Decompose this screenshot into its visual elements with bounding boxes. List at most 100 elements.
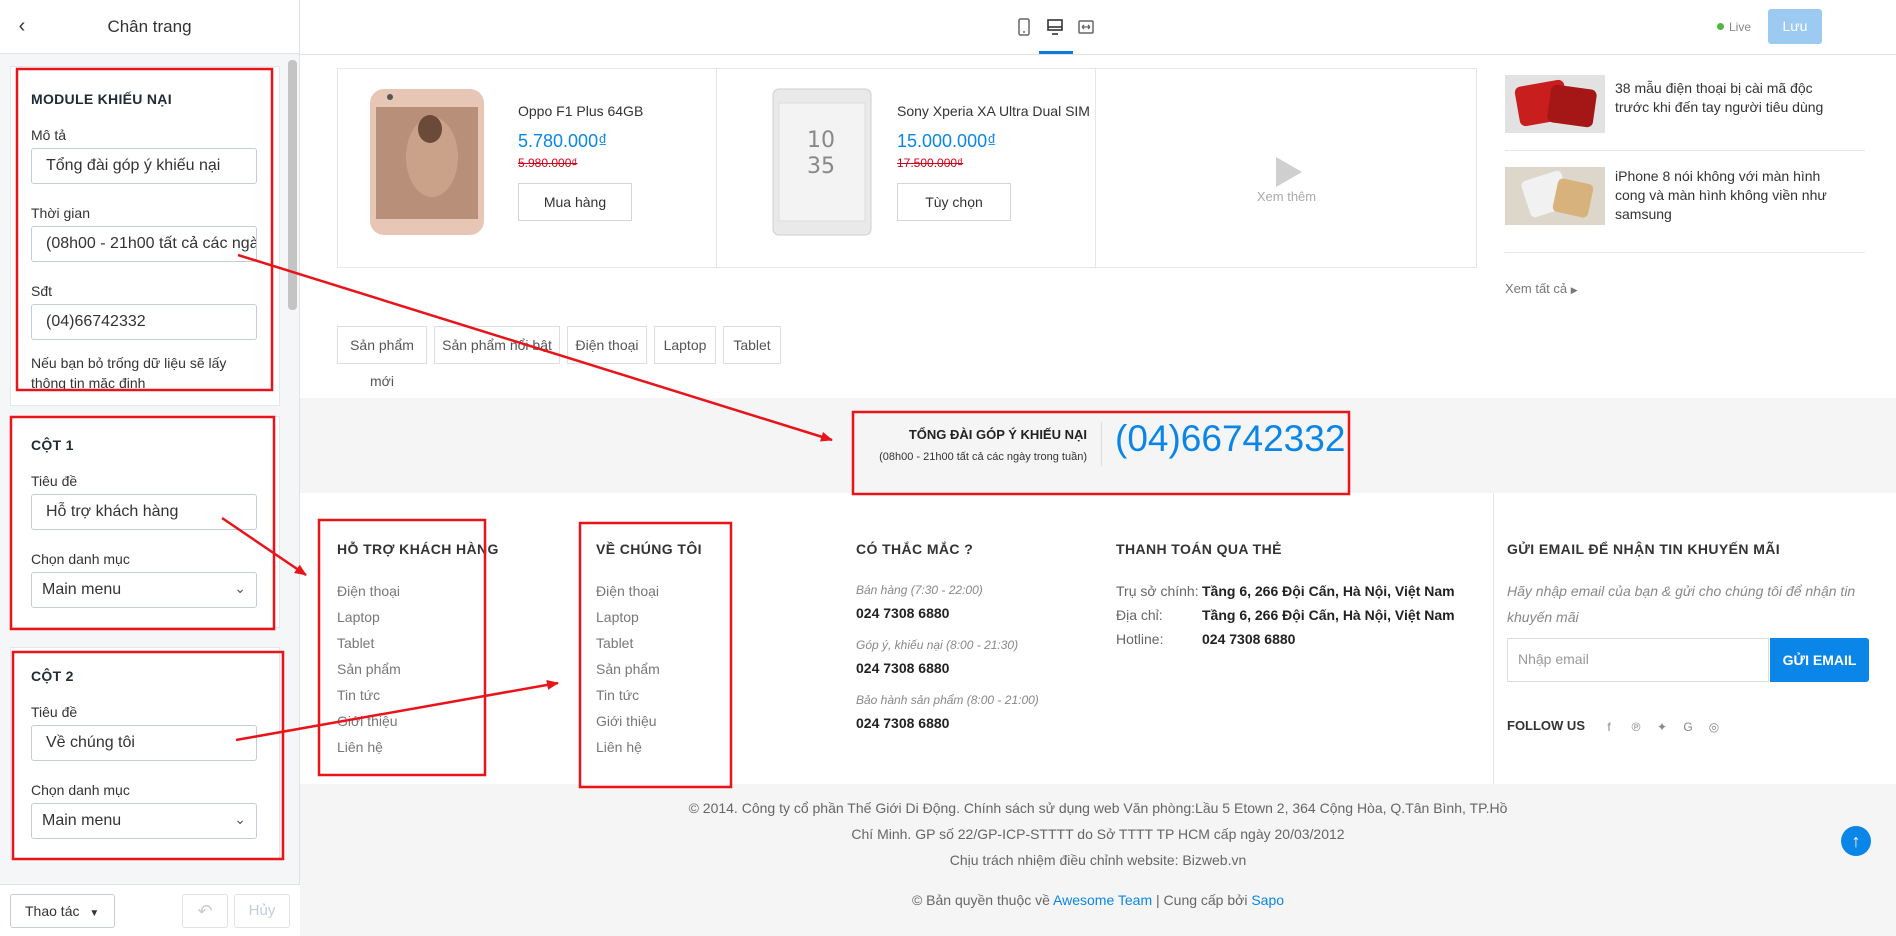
footer-link[interactable]: Giới thiệu xyxy=(337,713,398,729)
footer-link[interactable]: Giới thiệu xyxy=(596,713,657,729)
fullwidth-view-icon[interactable] xyxy=(1077,18,1095,36)
tab-featured-products[interactable]: Sản phẩm nổi bật xyxy=(434,326,560,364)
see-all-news-link[interactable]: Xem tất cả ▶ xyxy=(1505,281,1578,296)
footer-column-support: HỖ TRỢ KHÁCH HÀNG Điện thoại Laptop Tabl… xyxy=(337,541,499,755)
product-price: 5.780.000₫ xyxy=(518,131,608,151)
news-title[interactable]: 38 mẫu điện thoại bị cài mã độc trước kh… xyxy=(1615,79,1830,117)
tab-phones[interactable]: Điện thoại xyxy=(567,326,647,364)
tab-new-products[interactable]: Sản phẩm mới xyxy=(337,326,427,389)
footer-link[interactable]: Sản phẩm xyxy=(596,661,660,677)
actions-dropdown-button[interactable]: Thao tác ▼ xyxy=(10,894,115,928)
copyright-line: © 2014. Công ty cổ phần Thế Giới Di Động… xyxy=(688,800,1508,816)
caret-down-icon: ▼ xyxy=(89,908,100,919)
options-button[interactable]: Tùy chọn xyxy=(897,183,1011,221)
footer-link[interactable]: Tablet xyxy=(337,635,374,651)
desktop-view-icon[interactable] xyxy=(1046,18,1064,36)
facebook-icon[interactable]: f xyxy=(1602,720,1616,734)
contact-label: Bán hàng (7:30 - 22:00) xyxy=(856,583,983,597)
mobile-view-icon[interactable] xyxy=(1015,18,1033,36)
product-name[interactable]: Sony Xperia XA Ultra Dual SIM xyxy=(897,103,1090,119)
copyright-line: Chí Minh. GP số 22/GP-ICP-STTTT do Sở TT… xyxy=(851,826,1345,842)
footer-link[interactable]: Điện thoại xyxy=(337,583,400,599)
desc-input[interactable]: Tổng đài góp ý khiếu nại xyxy=(31,148,257,184)
see-more-tile[interactable]: Xem thêm xyxy=(1096,69,1477,267)
news-thumbnail xyxy=(1505,167,1605,225)
undo-button[interactable]: ↶ xyxy=(182,894,228,928)
tab-tablet[interactable]: Tablet xyxy=(723,326,781,364)
save-button[interactable]: Lưu xyxy=(1768,9,1822,44)
newsletter-email-input[interactable]: Nhập email xyxy=(1507,638,1769,682)
footer-link[interactable]: Sản phẩm xyxy=(337,661,401,677)
contact-phone[interactable]: 024 7308 6880 xyxy=(856,660,949,676)
contact-phone[interactable]: 024 7308 6880 xyxy=(856,605,949,621)
footer-link[interactable]: Liên hệ xyxy=(596,739,642,755)
footer-column-questions: CÓ THẮC MẮC ? Bán hàng (7:30 - 22:00) 02… xyxy=(856,541,1039,731)
column-1-title-input[interactable]: Hỗ trợ khách hàng xyxy=(31,494,257,530)
hotline-divider xyxy=(1101,422,1102,466)
footer-link[interactable]: Tin tức xyxy=(596,687,639,703)
contact-phone[interactable]: 024 7308 6880 xyxy=(856,715,949,731)
news-item[interactable]: 38 mẫu điện thoại bị cài mã độc trước kh… xyxy=(1505,65,1865,151)
product-old-price: 5.980.000₫ xyxy=(518,156,578,170)
storefront-preview: Oppo F1 Plus 64GB 5.780.000₫ 5.980.000₫ … xyxy=(300,55,1896,936)
footer-link[interactable]: Tablet xyxy=(596,635,633,651)
footer-link[interactable]: Laptop xyxy=(337,609,380,625)
product-old-price: 17.500.000₫ xyxy=(897,156,964,170)
desc-label: Mô tả xyxy=(31,127,67,143)
product-image: 10 35 xyxy=(772,88,872,236)
sapo-link[interactable]: Sapo xyxy=(1251,892,1284,908)
footer-column-about: VỀ CHÚNG TÔI Điện thoại Laptop Tablet Sả… xyxy=(596,541,702,755)
instagram-icon[interactable]: ◎ xyxy=(1707,720,1721,734)
send-email-button[interactable]: GỬI EMAIL xyxy=(1770,638,1869,682)
svg-text:10: 10 xyxy=(807,128,835,153)
actions-label: Thao tác xyxy=(25,903,80,919)
live-label: Live xyxy=(1728,20,1751,34)
newsletter-desc-line-2: khuyến mãi xyxy=(1507,609,1579,625)
footer-column-heading: GỬI EMAIL ĐỂ NHẬN TIN KHUYẾN MÃI xyxy=(1507,541,1781,557)
hotline-number[interactable]: (04)66742332 xyxy=(1115,418,1345,460)
time-input[interactable]: (08h00 - 21h00 tất cả các ngày trong tuầ… xyxy=(31,226,257,262)
scroll-to-top-arrow-icon[interactable]: ↑ xyxy=(1841,826,1871,856)
product-card[interactable]: 10 35 Sony Xperia XA Ultra Dual SIM 15.0… xyxy=(717,69,1096,267)
awesome-team-link[interactable]: Awesome Team xyxy=(1053,892,1152,908)
product-card[interactable]: Oppo F1 Plus 64GB 5.780.000₫ 5.980.000₫ … xyxy=(338,69,717,267)
column-2-title-input[interactable]: Về chúng tôi xyxy=(31,725,257,761)
product-price: 15.000.000₫ xyxy=(897,131,997,151)
tab-laptop[interactable]: Laptop xyxy=(654,326,716,364)
footer-link[interactable]: Liên hệ xyxy=(337,739,383,755)
footer-divider xyxy=(1493,493,1494,784)
column-2-card: CỘT 2 Tiêu đề Về chúng tôi Chọn danh mục… xyxy=(10,647,280,859)
info-value[interactable]: 024 7308 6880 xyxy=(1202,631,1295,647)
google-icon[interactable]: G xyxy=(1681,720,1695,734)
editor-footer: Thao tác ▼ ↶ Hủy xyxy=(0,884,300,936)
column-1-menu-label: Chọn danh mục xyxy=(31,551,130,567)
column-1-menu-select[interactable]: Main menu ⌄ xyxy=(31,572,257,608)
phone-input[interactable]: (04)66742332 xyxy=(31,304,257,340)
buy-button[interactable]: Mua hàng xyxy=(518,183,632,221)
news-item[interactable]: iPhone 8 nói không với màn hình cong và … xyxy=(1505,151,1865,253)
contact-label: Góp ý, khiếu nại (8:00 - 21:30) xyxy=(856,638,1019,652)
active-view-indicator xyxy=(1039,51,1073,54)
pinterest-icon[interactable]: ℗ xyxy=(1629,720,1643,734)
column-2-title-label: Tiêu đề xyxy=(31,704,78,720)
news-title[interactable]: iPhone 8 nói không với màn hình cong và … xyxy=(1615,167,1830,224)
product-image xyxy=(370,89,484,235)
cancel-button[interactable]: Hủy xyxy=(234,894,290,928)
contact-label: Bảo hành sản phẩm (8:00 - 21:00) xyxy=(856,693,1039,707)
column-1-heading: CỘT 1 xyxy=(31,437,74,453)
complaint-hotline-band: TỔNG ĐÀI GÓP Ý KHIẾU NẠI (08h00 - 21h00 … xyxy=(300,398,1896,493)
editor-scrollbar[interactable] xyxy=(288,60,297,310)
twitter-icon[interactable]: ✦ xyxy=(1655,720,1669,734)
footer-link[interactable]: Điện thoại xyxy=(596,583,659,599)
footer-link[interactable]: Laptop xyxy=(596,609,639,625)
see-all-label: Xem tất cả xyxy=(1505,281,1568,296)
column-2-menu-label: Chọn danh mục xyxy=(31,782,130,798)
footer-link[interactable]: Tin tức xyxy=(337,687,380,703)
editor-title: Chân trang xyxy=(107,17,192,36)
info-value: Tầng 6, 266 Đội Cấn, Hà Nội, Việt Nam xyxy=(1202,607,1455,623)
news-thumbnail xyxy=(1505,75,1605,133)
info-value: Tầng 6, 266 Đội Cấn, Hà Nội, Việt Nam xyxy=(1202,583,1455,599)
column-2-menu-select[interactable]: Main menu ⌄ xyxy=(31,803,257,839)
product-name[interactable]: Oppo F1 Plus 64GB xyxy=(518,103,643,119)
live-dot-icon xyxy=(1716,23,1724,30)
